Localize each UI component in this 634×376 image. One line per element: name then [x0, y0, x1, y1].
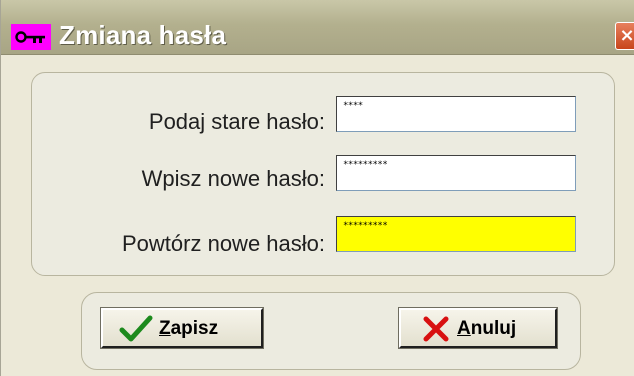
cancel-mnemonic: A	[457, 318, 471, 339]
title-bar[interactable]: Zmiana hasła ×	[1, 0, 634, 55]
window-title: Zmiana hasła	[59, 20, 227, 50]
new-password-field[interactable]: *********	[336, 155, 576, 191]
repeat-password-label: Powtórz nowe hasło:	[122, 231, 325, 256]
x-icon	[421, 314, 451, 350]
save-label-rest: apisz	[170, 318, 219, 339]
old-password-label: Podaj stare hasło:	[148, 109, 325, 134]
save-button-label: Zapisz	[159, 318, 218, 340]
repeat-password-field[interactable]: *********	[336, 216, 576, 252]
save-mnemonic: Z	[159, 318, 171, 339]
checkmark-icon	[119, 314, 153, 350]
key-icon	[11, 24, 51, 50]
close-icon: ×	[619, 25, 634, 46]
password-change-dialog: Zmiana hasła × Podaj stare hasło: **** W…	[0, 0, 634, 376]
cancel-button[interactable]: Anuluj	[398, 307, 558, 350]
old-password-field[interactable]: ****	[336, 96, 576, 132]
new-password-label: Wpisz nowe hasło:	[141, 166, 325, 191]
save-button[interactable]: Zapisz	[100, 307, 264, 350]
cancel-label-rest: nuluj	[470, 318, 517, 339]
cancel-button-label: Anuluj	[457, 318, 516, 340]
close-button[interactable]: ×	[615, 22, 634, 50]
